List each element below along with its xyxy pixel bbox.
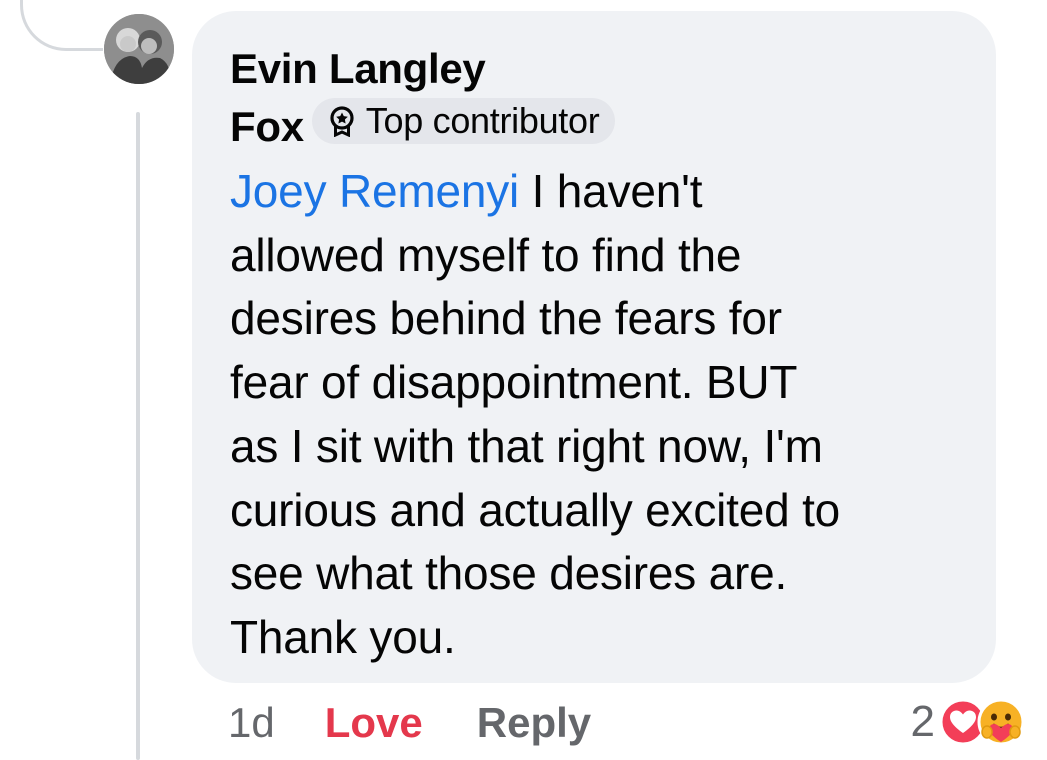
timestamp[interactable]: 1d bbox=[228, 699, 275, 747]
author-name-line2[interactable]: Fox bbox=[230, 103, 304, 150]
comment-actions: 1d Love Reply bbox=[228, 698, 591, 748]
author-name-line1[interactable]: Evin Langley bbox=[230, 40, 960, 98]
love-button[interactable]: Love bbox=[325, 699, 423, 747]
comment-text: Joey Remenyi I haven't allowed myself to… bbox=[230, 160, 970, 670]
reply-button[interactable]: Reply bbox=[477, 699, 591, 747]
badge-icon bbox=[330, 106, 354, 137]
mention-link[interactable]: Joey Remenyi bbox=[230, 165, 519, 217]
top-contributor-badge[interactable]: Top contributor bbox=[311, 98, 616, 144]
reaction-count: 2 bbox=[910, 697, 935, 746]
thread-connector-curve bbox=[20, 0, 103, 51]
avatar[interactable] bbox=[104, 14, 174, 84]
thread-connector-line bbox=[136, 112, 140, 760]
comment-body: I haven't allowed myself to find the des… bbox=[230, 165, 841, 663]
avatar-photo bbox=[104, 14, 174, 84]
reaction-summary[interactable]: 2 bbox=[911, 696, 1025, 748]
care-icon bbox=[977, 698, 1025, 746]
badge-label: Top contributor bbox=[365, 100, 600, 141]
comment-author: Evin Langley Fox Top contributor bbox=[230, 40, 960, 156]
